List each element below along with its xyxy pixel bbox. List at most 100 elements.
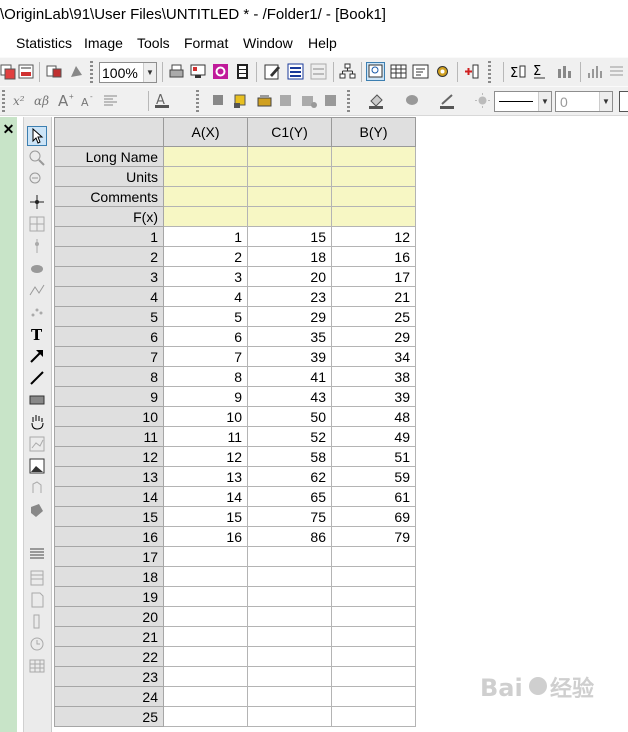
cell-c1[interactable]: 23: [247, 286, 332, 307]
text-color-icon[interactable]: A: [154, 92, 171, 109]
cell-a[interactable]: [163, 646, 248, 667]
zoom-combobox[interactable]: 100% ▼: [99, 62, 157, 83]
mask-icon[interactable]: [46, 63, 63, 80]
fx-cell[interactable]: [247, 206, 332, 227]
italic-text-icon[interactable]: x²: [12, 92, 29, 109]
image-icon[interactable]: [212, 63, 229, 80]
bars-icon[interactable]: [28, 545, 46, 563]
row-number[interactable]: 9: [54, 386, 164, 407]
units-cell[interactable]: [163, 166, 248, 187]
cell-b[interactable]: [331, 606, 416, 627]
cell-a[interactable]: [163, 666, 248, 687]
mask-tool-icon[interactable]: [28, 259, 46, 277]
statistics-column-icon[interactable]: Σ: [533, 63, 550, 80]
cell-b[interactable]: [331, 666, 416, 687]
column-header-c1[interactable]: C1(Y): [247, 117, 332, 147]
cell-b[interactable]: [331, 646, 416, 667]
cell-a[interactable]: [163, 586, 248, 607]
menu-window[interactable]: Window: [243, 35, 293, 51]
cell-b[interactable]: [331, 586, 416, 607]
cell-a[interactable]: 6: [163, 326, 248, 347]
row-label-fx[interactable]: F(x): [54, 206, 164, 227]
clock-icon[interactable]: [28, 635, 46, 653]
mask-point-icon[interactable]: [210, 92, 227, 109]
row-number[interactable]: 11: [54, 426, 164, 447]
cell-a[interactable]: 11: [163, 426, 248, 447]
chevron-down-icon[interactable]: ▼: [599, 92, 612, 111]
row-number[interactable]: 4: [54, 286, 164, 307]
cell-c1[interactable]: 75: [247, 506, 332, 527]
cell-a[interactable]: [163, 626, 248, 647]
row-number[interactable]: 14: [54, 486, 164, 507]
row-number[interactable]: 6: [54, 326, 164, 347]
pour-icon[interactable]: [232, 92, 249, 109]
line-style-combobox[interactable]: ▼: [494, 91, 552, 112]
cell-b[interactable]: [331, 706, 416, 727]
text-tool-icon[interactable]: T: [28, 325, 46, 343]
cell-c1[interactable]: 35: [247, 326, 332, 347]
pattern-icon[interactable]: [404, 92, 421, 109]
cell-b[interactable]: 21: [331, 286, 416, 307]
rectangle-tool-icon[interactable]: [28, 391, 46, 409]
cell-b[interactable]: 48: [331, 406, 416, 427]
cell-c1[interactable]: 15: [247, 226, 332, 247]
cell-b[interactable]: 34: [331, 346, 416, 367]
grid-icon[interactable]: [28, 657, 46, 675]
cell-b[interactable]: 79: [331, 526, 416, 547]
cell-a[interactable]: [163, 546, 248, 567]
cell-c1[interactable]: 43: [247, 386, 332, 407]
menu-tools[interactable]: Tools: [137, 35, 170, 51]
comments-cell[interactable]: [247, 186, 332, 207]
row-number[interactable]: 12: [54, 446, 164, 467]
brush-icon[interactable]: [28, 501, 46, 519]
units-cell[interactable]: [247, 166, 332, 187]
row-number[interactable]: 5: [54, 306, 164, 327]
cell-c1[interactable]: 39: [247, 346, 332, 367]
scatter-icon[interactable]: [28, 303, 46, 321]
image-tool-icon[interactable]: [28, 457, 46, 475]
cell-a[interactable]: 15: [163, 506, 248, 527]
cell-c1[interactable]: [247, 606, 332, 627]
cell-a[interactable]: [163, 566, 248, 587]
font-size-box[interactable]: [619, 91, 628, 112]
cell-c1[interactable]: 52: [247, 426, 332, 447]
row-label-units[interactable]: Units: [54, 166, 164, 187]
cell-a[interactable]: 9: [163, 386, 248, 407]
film-icon[interactable]: [234, 63, 251, 80]
cell-c1[interactable]: 41: [247, 366, 332, 387]
zoom-window-icon[interactable]: [366, 62, 385, 81]
export-icon[interactable]: [190, 63, 207, 80]
units-cell[interactable]: [331, 166, 416, 187]
long-name-cell[interactable]: [163, 146, 248, 167]
cell-b[interactable]: 38: [331, 366, 416, 387]
row-number[interactable]: 7: [54, 346, 164, 367]
line-width-combobox[interactable]: 0 ▼: [555, 91, 613, 112]
cell-c1[interactable]: 62: [247, 466, 332, 487]
cell-b[interactable]: 17: [331, 266, 416, 287]
align-icon[interactable]: [102, 92, 119, 109]
chevron-down-icon[interactable]: ▼: [143, 63, 156, 82]
statistics-sum-icon[interactable]: Σ: [510, 63, 527, 80]
mask-clear-icon[interactable]: [68, 63, 85, 80]
cell-b[interactable]: [331, 626, 416, 647]
row-number[interactable]: 25: [54, 706, 164, 727]
cell-c1[interactable]: 29: [247, 306, 332, 327]
cell-c1[interactable]: [247, 566, 332, 587]
column-chart-icon[interactable]: [586, 63, 603, 80]
grid-toggle-icon[interactable]: [608, 63, 625, 80]
cell-a[interactable]: 16: [163, 526, 248, 547]
cell-c1[interactable]: 50: [247, 406, 332, 427]
comments-cell[interactable]: [331, 186, 416, 207]
long-name-cell[interactable]: [331, 146, 416, 167]
cell-b[interactable]: 29: [331, 326, 416, 347]
cell-a[interactable]: 4: [163, 286, 248, 307]
cell-c1[interactable]: [247, 646, 332, 667]
script-icon[interactable]: [412, 63, 429, 80]
cell-c1[interactable]: [247, 686, 332, 707]
zoom-out-icon[interactable]: [28, 171, 46, 189]
page-icon[interactable]: [28, 591, 46, 609]
cell-a[interactable]: 1: [163, 226, 248, 247]
template-icon[interactable]: [18, 63, 35, 80]
cell-b[interactable]: 12: [331, 226, 416, 247]
highlight-icon[interactable]: [278, 92, 295, 109]
